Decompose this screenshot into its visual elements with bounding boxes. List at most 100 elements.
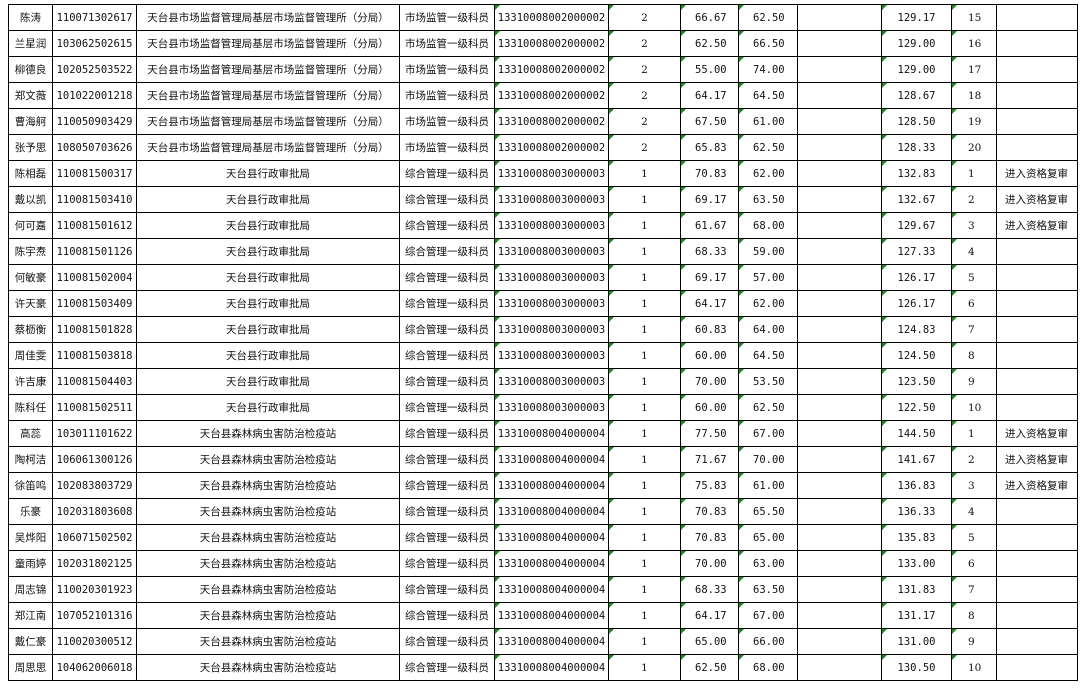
table-row: 张予思 108050703626 天台县市场监督管理局基层市场监督管理所（分局） 市场… <box>8 134 1078 161</box>
hiring-count-cell: 1 <box>608 160 681 187</box>
total-score-cell: 136.83 <box>881 472 952 499</box>
hiring-count-cell: 2 <box>608 82 681 109</box>
exam-id-cell: 108050703626 <box>52 134 137 161</box>
employer-unit-cell: 天台县森林病虫害防治检疫站 <box>136 576 400 603</box>
bonus-points-cell <box>797 524 882 551</box>
position-cell: 综合管理一级科员 <box>399 290 495 317</box>
total-score-cell: 129.67 <box>881 212 952 239</box>
candidate-name-cell: 吴烨阳 <box>8 524 53 551</box>
bonus-points-cell <box>797 498 882 525</box>
rank-cell: 6 <box>951 550 997 577</box>
table-row: 兰星润 103062502615 天台县市场监督管理局基层市场监督管理所（分局） 市场… <box>8 30 1078 57</box>
employer-unit-cell: 天台县行政审批局 <box>136 212 400 239</box>
employer-unit-cell: 天台县市场监督管理局基层市场监督管理所（分局） <box>136 134 400 161</box>
position-code-cell: 13310008002000002 <box>494 30 609 57</box>
rank-cell: 1 <box>951 420 997 447</box>
position-code-cell: 13310008003000003 <box>494 394 609 421</box>
employer-unit-cell: 天台县行政审批局 <box>136 368 400 395</box>
exam-id-cell: 103011101622 <box>52 420 137 447</box>
total-score-cell: 124.83 <box>881 316 952 343</box>
employer-unit-cell: 天台县行政审批局 <box>136 394 400 421</box>
total-score-cell: 131.83 <box>881 576 952 603</box>
candidate-name-cell: 戴以凯 <box>8 186 53 213</box>
table-row: 周志锦 110020301923 天台县森林病虫害防治检疫站 综合管理一级科员 1331… <box>8 576 1078 603</box>
remark-cell <box>996 56 1078 83</box>
rank-cell: 2 <box>951 446 997 473</box>
exam-id-cell: 110071302617 <box>52 4 137 31</box>
score-2-cell: 61.00 <box>738 108 798 135</box>
exam-id-cell: 110020300512 <box>52 628 137 655</box>
exam-id-cell: 101022001218 <box>52 82 137 109</box>
employer-unit-cell: 天台县行政审批局 <box>136 316 400 343</box>
position-cell: 综合管理一级科员 <box>399 186 495 213</box>
bonus-points-cell <box>797 30 882 57</box>
position-cell: 综合管理一级科员 <box>399 446 495 473</box>
remark-cell <box>996 654 1078 681</box>
hiring-count-cell: 1 <box>608 550 681 577</box>
position-code-cell: 13310008002000002 <box>494 56 609 83</box>
score-2-cell: 62.00 <box>738 160 798 187</box>
exam-id-cell: 107052101316 <box>52 602 137 629</box>
score-1-cell: 68.33 <box>680 576 739 603</box>
hiring-count-cell: 2 <box>608 30 681 57</box>
exam-id-cell: 110081503410 <box>52 186 137 213</box>
score-2-cell: 63.50 <box>738 576 798 603</box>
total-score-cell: 128.33 <box>881 134 952 161</box>
bonus-points-cell <box>797 290 882 317</box>
exam-id-cell: 110081501828 <box>52 316 137 343</box>
exam-id-cell: 106071502502 <box>52 524 137 551</box>
score-1-cell: 60.00 <box>680 342 739 369</box>
table-row: 柳德良 102052503522 天台县市场监督管理局基层市场监督管理所（分局） 市场… <box>8 56 1078 83</box>
hiring-count-cell: 1 <box>608 264 681 291</box>
position-cell: 综合管理一级科员 <box>399 368 495 395</box>
score-1-cell: 62.50 <box>680 654 739 681</box>
position-cell: 综合管理一级科员 <box>399 654 495 681</box>
remark-cell <box>996 368 1078 395</box>
score-2-cell: 62.00 <box>738 290 798 317</box>
rank-cell: 1 <box>951 160 997 187</box>
remark-cell <box>996 30 1078 57</box>
position-code-cell: 13310008004000004 <box>494 524 609 551</box>
rank-cell: 7 <box>951 576 997 603</box>
total-score-cell: 126.17 <box>881 290 952 317</box>
rank-cell: 5 <box>951 264 997 291</box>
position-code-cell: 13310008003000003 <box>494 212 609 239</box>
candidate-name-cell: 兰星润 <box>8 30 53 57</box>
candidate-name-cell: 陈相磊 <box>8 160 53 187</box>
hiring-count-cell: 1 <box>608 212 681 239</box>
position-code-cell: 13310008003000003 <box>494 290 609 317</box>
position-cell: 综合管理一级科员 <box>399 212 495 239</box>
table-row: 蔡枥衡 110081501828 天台县行政审批局 综合管理一级科员 133100080… <box>8 316 1078 343</box>
bonus-points-cell <box>797 446 882 473</box>
position-cell: 市场监管一级科员 <box>399 82 495 109</box>
score-1-cell: 65.83 <box>680 134 739 161</box>
total-score-cell: 128.67 <box>881 82 952 109</box>
score-2-cell: 70.00 <box>738 446 798 473</box>
score-1-cell: 70.83 <box>680 524 739 551</box>
position-code-cell: 13310008004000004 <box>494 576 609 603</box>
score-2-cell: 66.00 <box>738 628 798 655</box>
results-table-body: 陈涛 110071302617 天台县市场监督管理局基层市场监督管理所（分局） 市场监… <box>8 4 1078 681</box>
employer-unit-cell: 天台县行政审批局 <box>136 264 400 291</box>
candidate-name-cell: 陈涛 <box>8 4 53 31</box>
employer-unit-cell: 天台县行政审批局 <box>136 186 400 213</box>
position-code-cell: 13310008004000004 <box>494 420 609 447</box>
position-code-cell: 13310008002000002 <box>494 4 609 31</box>
position-cell: 市场监管一级科员 <box>399 108 495 135</box>
rank-cell: 5 <box>951 524 997 551</box>
score-1-cell: 77.50 <box>680 420 739 447</box>
position-cell: 综合管理一级科员 <box>399 342 495 369</box>
exam-id-cell: 102031802125 <box>52 550 137 577</box>
rank-cell: 9 <box>951 368 997 395</box>
score-2-cell: 67.00 <box>738 602 798 629</box>
employer-unit-cell: 天台县森林病虫害防治检疫站 <box>136 654 400 681</box>
exam-id-cell: 106061300126 <box>52 446 137 473</box>
position-cell: 综合管理一级科员 <box>399 420 495 447</box>
position-cell: 综合管理一级科员 <box>399 238 495 265</box>
candidate-name-cell: 周志锦 <box>8 576 53 603</box>
candidate-name-cell: 郑江南 <box>8 602 53 629</box>
bonus-points-cell <box>797 654 882 681</box>
total-score-cell: 124.50 <box>881 342 952 369</box>
candidate-name-cell: 张予思 <box>8 134 53 161</box>
position-code-cell: 13310008004000004 <box>494 472 609 499</box>
